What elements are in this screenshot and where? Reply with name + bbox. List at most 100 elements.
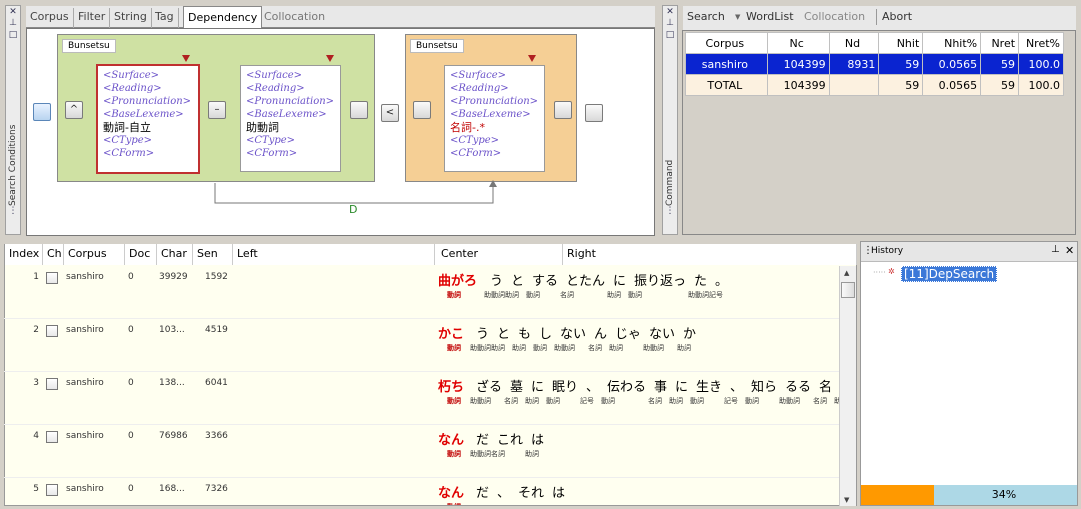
stats-table: Corpus Nc Nd Nhit Nhit% Nret Nret% sansh… <box>685 32 1064 96</box>
tab-string[interactable]: String <box>110 8 152 28</box>
col-right[interactable]: Right <box>563 244 857 265</box>
tab-tag[interactable]: Tag <box>151 8 179 28</box>
row-checkbox[interactable] <box>46 272 58 284</box>
pos-tag: 動詞 <box>690 397 704 405</box>
stats-cell: 59 <box>878 74 924 96</box>
pos-tag: 助動詞 <box>554 344 575 352</box>
stats-cell: 100.0 <box>1018 53 1064 75</box>
abort-button[interactable]: Abort <box>882 10 912 23</box>
token: だ <box>476 433 490 448</box>
pos-tag: 助詞 <box>491 344 505 352</box>
results-rows: 1 sanshiro 0 39929 1592 曲がろ 動詞う助動詞と助詞 する 動詞 とたん 名詞… <box>4 266 839 505</box>
close-icon[interactable]: ✕ <box>663 7 677 17</box>
token: た <box>694 274 708 289</box>
token: 墓 <box>510 380 524 395</box>
stats-row-total[interactable]: TOTAL 104399 59 0.0565 59 100.0 <box>685 74 1064 96</box>
token: ざる <box>476 380 503 395</box>
row-checkbox[interactable] <box>46 431 58 443</box>
col-nd[interactable]: Nd <box>828 32 880 54</box>
grip-icon[interactable]: ⋮ <box>6 206 20 216</box>
tab-corpus[interactable]: Corpus <box>26 8 74 28</box>
tab-collocation[interactable]: Collocation <box>260 8 329 28</box>
table-row[interactable]: 2 sanshiro 0 103... 4519 かこ 動詞う助動詞と助詞も助詞し動詞 ない助… <box>4 319 839 372</box>
col-corpus[interactable]: Corpus <box>685 32 768 54</box>
row-index: 3 <box>33 378 39 388</box>
restore-icon[interactable]: □ <box>6 30 20 40</box>
close-icon[interactable]: ✕ <box>1065 244 1074 257</box>
dependency-arrow[interactable] <box>27 29 654 235</box>
token: 振り返っ <box>634 274 687 289</box>
vertical-scrollbar[interactable]: ▲ ▼ <box>839 266 856 506</box>
center-pos-tag: 動詞 <box>447 291 461 299</box>
history-panel: ⋮ History ⊥ ✕ ····· ✲ [11]DepSearch 34% <box>860 241 1078 506</box>
col-left[interactable]: Left <box>233 244 435 265</box>
pos-tag: 名詞 <box>588 344 602 352</box>
pos-tag: 名詞 <box>560 291 574 299</box>
col-nret[interactable]: Nret <box>980 32 1020 54</box>
pos-tag: 名詞 <box>504 397 518 405</box>
col-nret-pct[interactable]: Nret% <box>1018 32 1064 54</box>
row-doc: 0 <box>128 378 134 388</box>
pos-tag: 助詞 <box>525 397 539 405</box>
scroll-thumb[interactable] <box>841 282 855 298</box>
col-doc[interactable]: Doc <box>125 244 157 265</box>
stats-cell: 59 <box>878 53 924 75</box>
row-checkbox[interactable] <box>46 484 58 496</box>
row-char: 103... <box>159 325 185 335</box>
row-checkbox[interactable] <box>46 325 58 337</box>
col-index[interactable]: Index <box>5 244 43 265</box>
token: ない <box>649 327 676 342</box>
scroll-down-icon[interactable]: ▼ <box>844 496 849 504</box>
pin-icon[interactable]: ⊥ <box>1051 244 1060 255</box>
history-title: History <box>871 246 904 256</box>
col-nhit-pct[interactable]: Nhit% <box>922 32 982 54</box>
table-row[interactable]: 3 sanshiro 0 138... 6041 朽ち 動詞 ざる 助動詞墓名詞に助詞 眠り 動詞、… <box>4 372 839 425</box>
pos-tag: 記号 <box>709 291 723 299</box>
center-pos-tag: 動詞 <box>447 450 461 458</box>
tab-dependency[interactable]: Dependency <box>183 6 263 28</box>
table-row[interactable]: 5 sanshiro 0 168... 7326 なん動詞 だ、それは <box>4 478 839 505</box>
row-char: 76986 <box>159 431 188 441</box>
table-row[interactable]: 4 sanshiro 0 76986 3366 なん 動詞 だ助動詞 これ 名詞 は助詞 <box>4 425 839 478</box>
token: し <box>539 327 553 342</box>
token: う <box>490 274 504 289</box>
restore-icon[interactable]: □ <box>663 30 677 40</box>
collocation-button[interactable]: Collocation <box>804 10 865 23</box>
col-check[interactable]: Ch <box>43 244 64 265</box>
pos-tag: 名詞 <box>491 450 505 458</box>
table-row[interactable]: 1 sanshiro 0 39929 1592 曲がろ 動詞う助動詞と助詞 する 動詞 とたん 名詞… <box>4 266 839 319</box>
col-nc[interactable]: Nc <box>766 32 830 54</box>
col-nhit[interactable]: Nhit <box>878 32 924 54</box>
scroll-up-icon[interactable]: ▲ <box>844 269 849 277</box>
token: ん <box>594 327 608 342</box>
pos-tag: 名詞 <box>648 397 662 405</box>
row-checkbox[interactable] <box>46 378 58 390</box>
pos-tag: 動詞 <box>533 344 547 352</box>
pin-icon[interactable]: ⊥ <box>6 18 20 28</box>
wordlist-button[interactable]: WordList <box>746 10 794 23</box>
grip-icon[interactable]: ⋮ <box>663 206 677 216</box>
history-titlebar: ⋮ History ⊥ ✕ <box>861 242 1077 262</box>
row-doc: 0 <box>128 484 134 494</box>
close-icon[interactable]: ✕ <box>6 7 20 17</box>
stats-cell: 104399 <box>766 74 830 96</box>
center-keyword: なん <box>438 486 465 501</box>
col-center[interactable]: Center <box>435 244 563 265</box>
row-index: 2 <box>33 325 39 335</box>
center-pos-tag: 動詞 <box>447 502 461 505</box>
pin-icon[interactable]: ⊥ <box>663 18 677 28</box>
col-corpus[interactable]: Corpus <box>64 244 125 265</box>
row-corpus: sanshiro <box>66 484 104 494</box>
dependency-editor: Bunsetsu ^ <Surface> <Reading> <Pronunci… <box>26 28 655 236</box>
col-sen[interactable]: Sen <box>193 244 233 265</box>
row-index: 5 <box>33 484 39 494</box>
dropdown-arrow-icon[interactable]: ▼ <box>735 13 740 21</box>
stats-cell <box>828 74 880 96</box>
history-item[interactable]: [11]DepSearch <box>901 266 998 282</box>
tab-filter[interactable]: Filter <box>74 8 111 28</box>
search-button[interactable]: Search <box>687 10 725 23</box>
token: 知ら <box>751 380 778 395</box>
stats-row-sanshiro[interactable]: sanshiro 104399 8931 59 0.0565 59 100.0 <box>685 53 1064 75</box>
pos-tag: 動詞 <box>601 397 615 405</box>
col-char[interactable]: Char <box>157 244 193 265</box>
